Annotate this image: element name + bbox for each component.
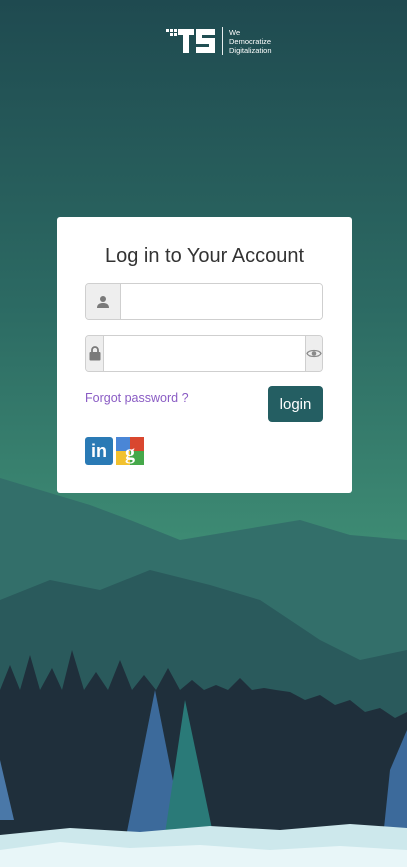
google-login-button[interactable]: g [116,437,144,465]
lock-icon [86,336,104,371]
login-title: Log in to Your Account [104,245,305,267]
linkedin-login-button[interactable]: in [85,437,113,465]
brand-tagline: We Democratize Digitalization [229,28,272,55]
password-input[interactable] [104,336,305,371]
tagline-line-3: Digitalization [229,45,272,55]
google-icon: g [116,437,144,465]
linkedin-icon: in [91,441,107,461]
svg-text:g: g [125,442,135,464]
ts-logo-mark [166,27,218,55]
tagline-line-1: We [229,27,241,37]
password-field-group [85,335,323,372]
tagline-line-2: Democratize [229,36,272,46]
username-field-group [85,283,323,320]
user-icon [86,284,121,319]
forgot-password-link[interactable]: Forgot password ? [85,391,189,405]
username-input[interactable] [121,284,322,319]
brand-logo: We Democratize Digitalization [166,26,278,56]
login-button[interactable]: login [268,386,323,422]
eye-icon[interactable] [305,336,322,371]
logo-divider [222,27,223,55]
login-card: Log in to Your Account Forgot password ?… [57,217,352,493]
